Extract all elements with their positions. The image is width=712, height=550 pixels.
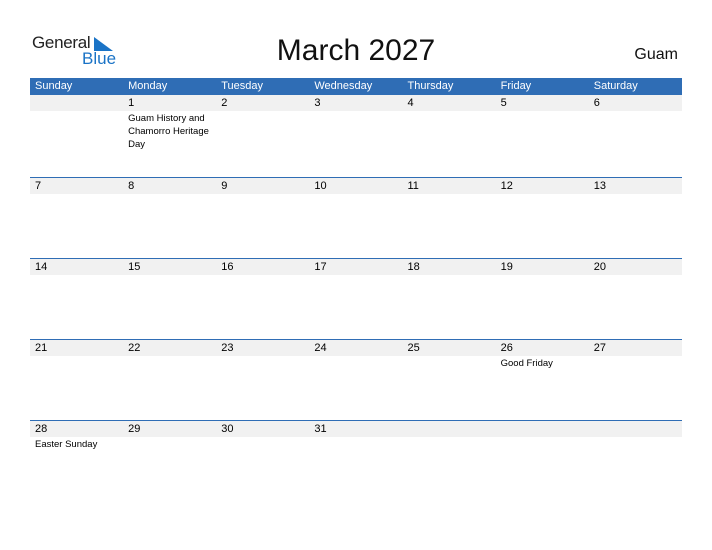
holiday-label <box>123 194 216 195</box>
day-number: 8 <box>128 180 135 192</box>
holiday-label <box>216 437 309 451</box>
date-strip: 1 2 3 4 5 6 <box>30 95 682 111</box>
holiday-label <box>309 356 402 370</box>
holiday-label <box>309 275 402 276</box>
week-row: 28 29 30 31 Easter Sunday <box>30 420 682 501</box>
holiday-label <box>216 194 309 195</box>
day-number: 10 <box>314 180 327 192</box>
calendar-grid: Sunday Monday Tuesday Wednesday Thursday… <box>30 78 682 501</box>
weekday-header: Sunday Monday Tuesday Wednesday Thursday… <box>30 78 682 95</box>
day-number: 22 <box>128 342 141 354</box>
holiday-label <box>496 437 589 451</box>
weekday-saturday: Saturday <box>593 80 638 92</box>
day-number: 28 <box>35 423 48 435</box>
day-number: 16 <box>221 261 234 273</box>
holiday-label: Guam History and Chamorro Heritage Day <box>128 113 209 150</box>
holiday-label <box>589 111 682 151</box>
events-strip <box>30 194 682 195</box>
holiday-label <box>30 111 123 151</box>
week-row: 14 15 16 17 18 19 20 <box>30 258 682 339</box>
day-number: 24 <box>314 342 327 354</box>
holiday-label <box>309 437 402 451</box>
events-strip: Easter Sunday <box>30 437 682 451</box>
day-number: 9 <box>221 180 228 192</box>
holiday-label <box>589 356 682 370</box>
day-number: 18 <box>407 261 420 273</box>
holiday-label: Easter Sunday <box>35 439 98 450</box>
day-number: 11 <box>407 180 419 192</box>
day-number: 19 <box>500 261 513 273</box>
day-number: 30 <box>221 423 234 435</box>
date-strip: 21 22 23 24 25 26 27 <box>30 339 682 356</box>
day-number: 29 <box>128 423 141 435</box>
date-strip: 7 8 9 10 11 12 13 <box>30 177 682 194</box>
weekday-thursday: Thursday <box>407 80 454 92</box>
holiday-label: Good Friday <box>500 358 553 369</box>
holiday-label <box>30 356 123 370</box>
day-number: 13 <box>593 180 606 192</box>
day-number <box>403 421 496 437</box>
holiday-label <box>403 275 496 276</box>
holiday-label <box>496 194 589 195</box>
country-label: Guam <box>634 46 678 63</box>
day-number: 27 <box>593 342 606 354</box>
events-strip: Guam History and Chamorro Heritage Day <box>30 111 682 151</box>
day-number: 15 <box>128 261 141 273</box>
week-row: 21 22 23 24 25 26 27 Good Friday <box>30 339 682 420</box>
week-row: 1 2 3 4 5 6 Guam History and Chamorro Heritage… <box>30 95 682 177</box>
weekday-monday: Monday <box>128 80 168 92</box>
holiday-label <box>216 275 309 276</box>
page-title: March 2027 <box>276 34 436 67</box>
weekday-wednesday: Wednesday <box>314 80 373 92</box>
holiday-label <box>123 275 216 276</box>
day-number: 21 <box>35 342 48 354</box>
day-number: 6 <box>593 97 600 109</box>
holiday-label <box>589 437 682 451</box>
day-number: 17 <box>314 261 327 273</box>
holiday-label <box>589 275 682 276</box>
day-number: 14 <box>35 261 48 273</box>
day-number: 5 <box>500 97 507 109</box>
holiday-label <box>403 194 496 195</box>
holiday-label <box>216 111 309 151</box>
day-number: 26 <box>500 342 513 354</box>
holiday-label <box>496 275 589 276</box>
holiday-label <box>216 356 309 370</box>
day-number: 4 <box>407 97 414 109</box>
holiday-label <box>30 275 123 276</box>
holiday-label <box>123 437 216 451</box>
weekday-tuesday: Tuesday <box>221 80 264 92</box>
events-strip: Good Friday <box>30 356 682 370</box>
day-number: 25 <box>407 342 420 354</box>
holiday-label <box>123 356 216 370</box>
holiday-label <box>403 111 496 151</box>
holiday-label <box>309 111 402 151</box>
date-strip: 28 29 30 31 <box>30 420 682 437</box>
day-number: 7 <box>35 180 42 192</box>
holiday-label <box>403 437 496 451</box>
date-strip: 14 15 16 17 18 19 20 <box>30 258 682 275</box>
day-number <box>496 421 589 437</box>
holiday-label <box>309 194 402 195</box>
holiday-label <box>496 111 589 151</box>
weekday-sunday: Sunday <box>35 80 73 92</box>
day-number: 23 <box>221 342 234 354</box>
weekday-friday: Friday <box>500 80 532 92</box>
day-number: 3 <box>314 97 321 109</box>
holiday-label <box>589 194 682 195</box>
day-number: 31 <box>314 423 327 435</box>
week-row: 7 8 9 10 11 12 13 <box>30 177 682 258</box>
day-number <box>589 421 682 437</box>
day-number <box>30 95 123 111</box>
day-number: 1 <box>128 97 135 109</box>
holiday-label <box>403 356 496 370</box>
events-strip <box>30 275 682 276</box>
day-number: 20 <box>593 261 606 273</box>
day-number: 2 <box>221 97 228 109</box>
holiday-label <box>30 194 123 195</box>
day-number: 12 <box>500 180 513 192</box>
